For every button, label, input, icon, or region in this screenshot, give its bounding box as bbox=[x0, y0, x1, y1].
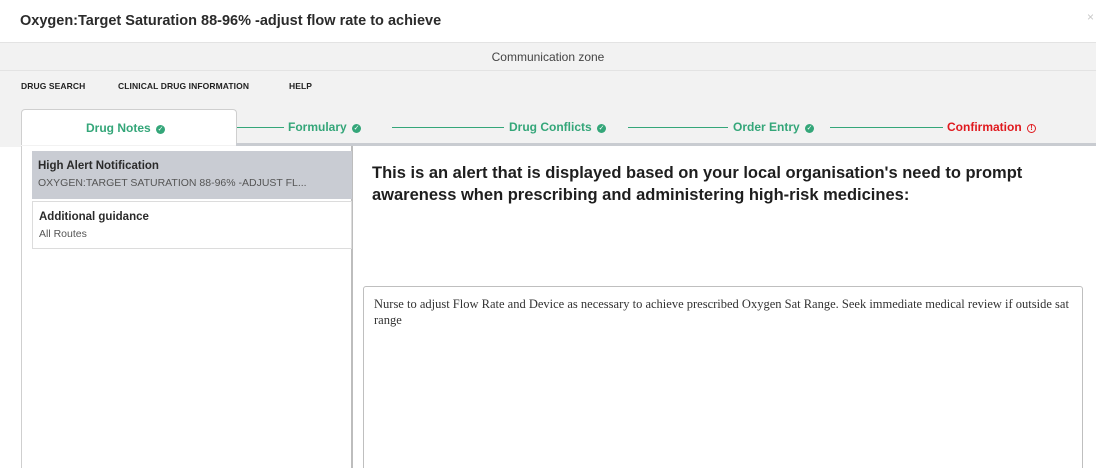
close-icon[interactable]: × bbox=[1087, 10, 1094, 24]
tab-drug-notes[interactable]: Drug Notes ✓ bbox=[21, 109, 237, 145]
communication-zone-label: Communication zone bbox=[491, 50, 605, 64]
step-drug-conflicts-label: Drug Conflicts bbox=[509, 120, 592, 134]
sidebar-item-subtitle: OXYGEN:TARGET SATURATION 88-96% -ADJUST … bbox=[38, 177, 307, 189]
step-order-entry-label: Order Entry bbox=[733, 120, 800, 134]
notes-sidebar: High Alert Notification OXYGEN:TARGET SA… bbox=[22, 146, 353, 468]
step-drug-notes-label: Drug Notes bbox=[86, 121, 151, 135]
alert-heading: This is an alert that is displayed based… bbox=[372, 164, 1023, 204]
check-circle-icon: ✓ bbox=[156, 125, 166, 134]
sidebar-item-title: Additional guidance bbox=[39, 211, 149, 223]
sidebar-item-high-alert-notification[interactable]: High Alert Notification OXYGEN:TARGET SA… bbox=[32, 151, 352, 199]
step-order-entry[interactable]: Order Entry ✓ bbox=[733, 120, 815, 134]
drug-notes-panel: High Alert Notification OXYGEN:TARGET SA… bbox=[21, 146, 1096, 468]
step-connector bbox=[237, 127, 284, 128]
check-circle-icon: ✓ bbox=[597, 124, 607, 133]
step-connector bbox=[830, 127, 943, 128]
step-drug-notes[interactable]: Drug Notes ✓ bbox=[86, 121, 166, 135]
step-drug-conflicts[interactable]: Drug Conflicts ✓ bbox=[509, 120, 607, 134]
sidebar-item-subtitle: All Routes bbox=[39, 228, 87, 240]
step-formulary[interactable]: Formulary ✓ bbox=[288, 120, 362, 134]
check-circle-icon: ✓ bbox=[352, 124, 362, 133]
sidebar-item-title: High Alert Notification bbox=[38, 160, 159, 172]
menu-bar: DRUG SEARCH CLINICAL DRUG INFORMATION HE… bbox=[0, 71, 1096, 109]
menu-help[interactable]: HELP bbox=[289, 81, 312, 91]
step-connector bbox=[392, 127, 504, 128]
menu-clinical-drug-information[interactable]: CLINICAL DRUG INFORMATION bbox=[118, 81, 249, 91]
step-formulary-label: Formulary bbox=[288, 120, 347, 134]
title-bar: Oxygen:Target Saturation 88-96% -adjust … bbox=[0, 0, 1096, 42]
step-confirmation-label: Confirmation bbox=[947, 120, 1022, 134]
step-connector bbox=[628, 127, 728, 128]
alert-circle-icon: ! bbox=[1027, 124, 1037, 133]
step-confirmation[interactable]: Confirmation ! bbox=[947, 120, 1037, 134]
communication-zone: Communication zone bbox=[0, 42, 1096, 71]
window-title: Oxygen:Target Saturation 88-96% -adjust … bbox=[20, 13, 442, 29]
sidebar-item-additional-guidance[interactable]: Additional guidance All Routes bbox=[32, 201, 352, 249]
notes-text-box[interactable]: Nurse to adjust Flow Rate and Device as … bbox=[363, 286, 1083, 468]
menu-drug-search[interactable]: DRUG SEARCH bbox=[21, 81, 85, 91]
check-circle-icon: ✓ bbox=[805, 124, 815, 133]
order-stepper: Drug Notes ✓ Formulary ✓ Drug Conflicts … bbox=[0, 109, 1096, 147]
